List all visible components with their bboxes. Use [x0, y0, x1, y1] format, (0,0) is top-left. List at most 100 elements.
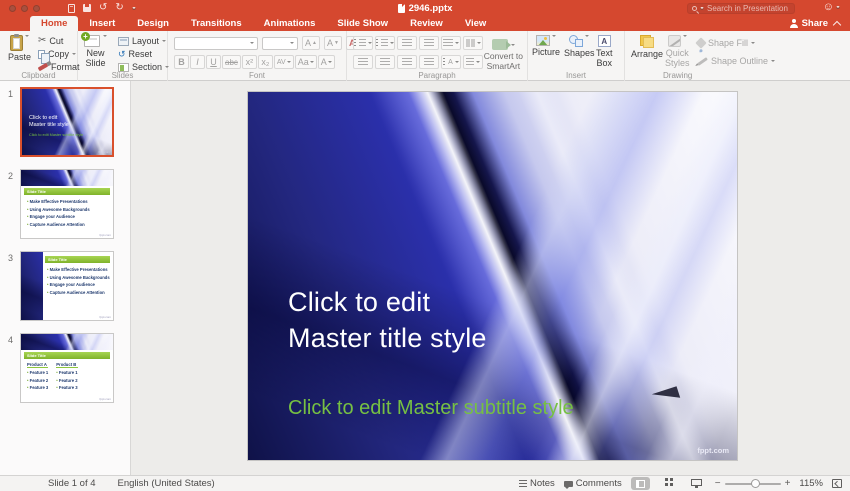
share-button[interactable]: Share	[789, 18, 828, 29]
zoom-slider-thumb[interactable]	[750, 479, 760, 488]
shape-fill-button[interactable]: Shape Fill	[695, 37, 775, 49]
superscript-button[interactable]: x²	[241, 55, 257, 69]
comments-label: Comments	[575, 478, 622, 489]
language-indicator[interactable]: English (United States)	[118, 478, 215, 489]
search-input[interactable]: Search in Presentation	[687, 2, 795, 14]
arrange-button[interactable]: Arrange	[631, 35, 663, 60]
shapes-button[interactable]: Shapes	[564, 35, 595, 59]
tab-slide-show[interactable]: Slide Show	[326, 16, 399, 31]
save-icon[interactable]	[83, 4, 91, 12]
slide-sorter-view-button[interactable]	[659, 477, 678, 490]
redo-icon[interactable]: ↻	[115, 3, 123, 13]
smartart-icon	[491, 39, 511, 50]
undo-icon[interactable]: ↺	[99, 3, 107, 13]
slide-title-placeholder[interactable]: Click to edit Master title style	[288, 284, 487, 357]
quick-styles-caret-icon	[682, 35, 687, 37]
shape-outline-button[interactable]: Shape Outline	[697, 56, 776, 66]
cut-button[interactable]: ✂ Cut	[38, 36, 80, 47]
slide-2-thumbnail[interactable]: Slide Title Make Effective Presentations…	[20, 169, 114, 239]
feedback-smiley-icon[interactable]: ☺	[823, 1, 840, 14]
quick-styles-button[interactable]: Quick Styles	[665, 35, 690, 69]
font-size-select[interactable]	[262, 36, 298, 50]
shape-fill-caret-icon	[751, 42, 756, 44]
normal-view-button[interactable]	[630, 477, 650, 490]
tab-design[interactable]: Design	[126, 16, 180, 31]
ribbon-tab-bar: Home Insert Design Transitions Animation…	[0, 16, 850, 31]
current-slide[interactable]: Click to edit Master title style Click to…	[248, 92, 737, 460]
zoom-window-button[interactable]	[33, 4, 40, 12]
character-spacing-button[interactable]: AV	[273, 55, 294, 69]
zoom-level-indicator[interactable]: 115%	[799, 478, 823, 489]
font-color-button[interactable]: A	[317, 55, 335, 69]
align-right-button[interactable]	[397, 55, 417, 69]
layout-caret-icon	[162, 40, 167, 42]
italic-button[interactable]: I	[190, 55, 205, 69]
zoom-out-button[interactable]: −	[715, 478, 721, 489]
tab-transitions[interactable]: Transitions	[180, 16, 253, 31]
increase-indent-button[interactable]	[419, 36, 439, 50]
tab-insert[interactable]: Insert	[78, 16, 126, 31]
text-direction-button[interactable]: A	[441, 55, 461, 69]
slide-count-indicator[interactable]: Slide 1 of 4	[48, 478, 96, 489]
paste-caret-icon[interactable]	[25, 35, 29, 37]
new-file-icon[interactable]	[68, 3, 75, 13]
strikethrough-button[interactable]: abc	[222, 55, 241, 69]
reset-button[interactable]: ↺ Reset	[118, 49, 169, 59]
bold-button[interactable]: B	[174, 55, 189, 69]
slide-subtitle-placeholder[interactable]: Click to edit Master subtitle style	[288, 397, 574, 420]
shrink-font-button[interactable]: A ▼	[323, 36, 342, 50]
tab-home-label: Home	[41, 18, 68, 29]
slide-3-thumbnail[interactable]: Slide Title Make Effective Presentations…	[20, 251, 114, 321]
columns-caret-icon	[476, 42, 481, 44]
tab-review[interactable]: Review	[399, 16, 454, 31]
grow-font-button[interactable]: A ▲	[302, 36, 320, 50]
notes-button[interactable]: Notes	[518, 478, 555, 489]
numbering-button[interactable]	[375, 36, 395, 50]
change-case-button[interactable]: Aa	[294, 55, 317, 69]
change-case-label: Aa	[297, 57, 309, 67]
columns-button[interactable]	[463, 36, 483, 50]
convert-to-smartart-button[interactable]: Convert to SmartArt	[484, 39, 523, 72]
layout-button[interactable]: Layout	[118, 36, 169, 46]
search-scope-caret-icon[interactable]	[700, 6, 704, 10]
collapse-ribbon-icon[interactable]	[832, 20, 842, 30]
tab-animations[interactable]: Animations	[253, 16, 327, 31]
shapes-caret-icon	[585, 35, 590, 37]
new-slide-button[interactable]: + New Slide	[81, 32, 107, 69]
font-name-select[interactable]	[174, 36, 258, 50]
underline-button[interactable]: U	[206, 55, 221, 69]
slide-1-thumbnail[interactable]: Click to edit Master title style Click to…	[20, 87, 114, 157]
align-text-button[interactable]	[463, 55, 483, 69]
new-slide-caret-icon[interactable]	[103, 35, 107, 37]
bullets-button[interactable]	[353, 36, 373, 50]
decrease-indent-button[interactable]	[397, 36, 417, 50]
grow-font-label: A	[305, 38, 312, 48]
slide-4-thumbnail[interactable]: Slide Title Product A Feature 1 Feature …	[20, 333, 114, 403]
copy-button[interactable]: Copy	[38, 49, 80, 64]
slide-4-banner-art	[21, 334, 113, 350]
slide-show-button[interactable]	[687, 477, 706, 490]
slide-2-watermark: fppt.com	[99, 233, 111, 237]
zoom-slider[interactable]	[724, 479, 781, 488]
align-left-button[interactable]	[353, 55, 373, 69]
align-text-caret-icon	[476, 61, 480, 63]
share-label: Share	[801, 18, 828, 29]
paste-button[interactable]: Paste	[8, 34, 31, 63]
minimize-window-button[interactable]	[21, 4, 28, 12]
fit-slide-to-window-icon[interactable]	[832, 479, 842, 488]
increase-indent-icon	[424, 39, 434, 47]
tab-view[interactable]: View	[454, 16, 497, 31]
notes-icon	[518, 480, 527, 487]
zoom-in-button[interactable]: +	[785, 478, 791, 489]
toolbar-options-caret-icon[interactable]	[131, 6, 136, 10]
close-window-button[interactable]	[9, 4, 16, 12]
comments-button[interactable]: Comments	[563, 478, 622, 489]
justify-button[interactable]	[419, 55, 439, 69]
bullet-item: Using Awesome Backgrounds	[47, 274, 113, 282]
align-center-button[interactable]	[375, 55, 395, 69]
subscript-button[interactable]: x₂	[257, 55, 273, 69]
text-box-button[interactable]: A Text Box	[596, 35, 613, 69]
tab-home[interactable]: Home	[30, 16, 79, 31]
picture-button[interactable]: Picture	[532, 35, 560, 58]
line-spacing-button[interactable]	[441, 36, 461, 50]
